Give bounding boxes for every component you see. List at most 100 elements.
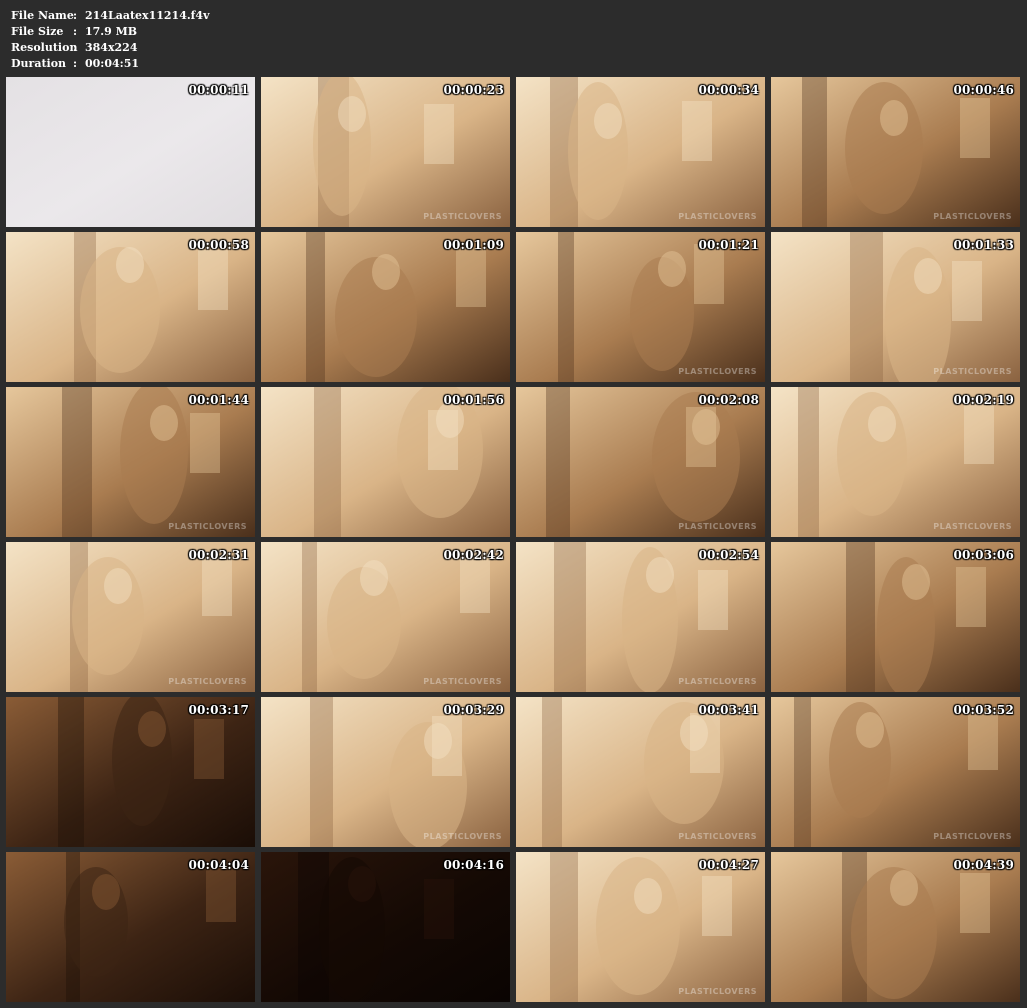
- timestamp-label: 00:03:06: [953, 548, 1014, 562]
- video-frame-image: [516, 697, 765, 847]
- duration-row: Duration : 00:04:51: [11, 56, 209, 72]
- watermark-text: PLASTICLOVERS: [678, 522, 757, 531]
- video-frame-image: [516, 232, 765, 382]
- file-size-label: File Size: [11, 25, 64, 38]
- timestamp-label: 00:01:33: [953, 238, 1014, 252]
- thumbnail-frame: 00:01:44 PLASTICLOVERS: [6, 387, 255, 537]
- timestamp-label: 00:00:11: [188, 83, 249, 97]
- thumbnail-frame: 00:01:56: [261, 387, 510, 537]
- video-frame-image: [516, 387, 765, 537]
- video-frame-image: [6, 852, 255, 1002]
- thumbnail-frame: 00:02:31 PLASTICLOVERS: [6, 542, 255, 692]
- watermark-text: PLASTICLOVERS: [168, 677, 247, 686]
- timestamp-label: 00:04:16: [443, 858, 504, 872]
- thumbnail-grid: 00:00:11 00:00:23 PLASTICLOVERS 00:00:34 PLA…: [6, 77, 1021, 1002]
- watermark-text: PLASTICLOVERS: [423, 677, 502, 686]
- timestamp-label: 00:03:41: [698, 703, 759, 717]
- timestamp-label: 00:01:09: [443, 238, 504, 252]
- thumbnail-frame: 00:01:21 PLASTICLOVERS: [516, 232, 765, 382]
- thumbnail-frame: 00:00:11: [6, 77, 255, 227]
- thumbnail-frame: 00:03:52 PLASTICLOVERS: [771, 697, 1020, 847]
- timestamp-label: 00:00:46: [953, 83, 1014, 97]
- timestamp-label: 00:00:23: [443, 83, 504, 97]
- resolution-row: Resolution : 384x224: [11, 40, 209, 56]
- thumbnail-frame: 00:00:46 PLASTICLOVERS: [771, 77, 1020, 227]
- thumbnail-frame: 00:04:16: [261, 852, 510, 1002]
- thumbnail-frame: 00:00:34 PLASTICLOVERS: [516, 77, 765, 227]
- timestamp-label: 00:02:42: [443, 548, 504, 562]
- video-frame-image: [771, 387, 1020, 537]
- timestamp-label: 00:02:31: [188, 548, 249, 562]
- thumbnail-frame: 00:04:27 PLASTICLOVERS: [516, 852, 765, 1002]
- video-frame-image: [261, 542, 510, 692]
- file-name-label: File Name: [11, 9, 74, 22]
- resolution-value: 384x224: [85, 41, 138, 54]
- thumbnail-frame: 00:04:39: [771, 852, 1020, 1002]
- timestamp-label: 00:00:34: [698, 83, 759, 97]
- separator: :: [73, 25, 78, 38]
- video-frame-image: [516, 77, 765, 227]
- video-frame-image: [6, 77, 255, 227]
- video-frame-image: [771, 77, 1020, 227]
- thumbnail-frame: 00:00:58: [6, 232, 255, 382]
- separator: :: [73, 41, 78, 54]
- watermark-text: PLASTICLOVERS: [678, 832, 757, 841]
- watermark-text: PLASTICLOVERS: [933, 522, 1012, 531]
- watermark-text: PLASTICLOVERS: [678, 987, 757, 996]
- watermark-text: PLASTICLOVERS: [678, 367, 757, 376]
- thumbnail-frame: 00:04:04: [6, 852, 255, 1002]
- video-frame-image: [6, 387, 255, 537]
- watermark-text: PLASTICLOVERS: [168, 522, 247, 531]
- video-frame-image: [771, 852, 1020, 1002]
- timestamp-label: 00:01:44: [188, 393, 249, 407]
- resolution-label: Resolution: [11, 41, 78, 54]
- video-frame-image: [771, 697, 1020, 847]
- watermark-text: PLASTICLOVERS: [933, 832, 1012, 841]
- watermark-text: PLASTICLOVERS: [423, 212, 502, 221]
- timestamp-label: 00:03:17: [188, 703, 249, 717]
- file-info-panel: File Name : 214Laatex11214.f4v File Size…: [11, 8, 209, 72]
- duration-label: Duration: [11, 57, 67, 70]
- thumbnail-frame: 00:03:06: [771, 542, 1020, 692]
- thumbnail-frame: 00:00:23 PLASTICLOVERS: [261, 77, 510, 227]
- video-frame-image: [6, 542, 255, 692]
- video-frame-image: [771, 542, 1020, 692]
- thumbnail-frame: 00:02:19 PLASTICLOVERS: [771, 387, 1020, 537]
- timestamp-label: 00:03:29: [443, 703, 504, 717]
- duration-value: 00:04:51: [85, 57, 140, 70]
- file-size-row: File Size : 17.9 MB: [11, 24, 209, 40]
- thumbnail-frame: 00:01:33 PLASTICLOVERS: [771, 232, 1020, 382]
- timestamp-label: 00:02:19: [953, 393, 1014, 407]
- timestamp-label: 00:04:04: [188, 858, 249, 872]
- thumbnail-frame: 00:02:54 PLASTICLOVERS: [516, 542, 765, 692]
- thumbnail-frame: 00:03:29 PLASTICLOVERS: [261, 697, 510, 847]
- video-frame-image: [516, 852, 765, 1002]
- watermark-text: PLASTICLOVERS: [423, 832, 502, 841]
- timestamp-label: 00:02:08: [698, 393, 759, 407]
- video-frame-image: [516, 542, 765, 692]
- timestamp-label: 00:01:56: [443, 393, 504, 407]
- timestamp-label: 00:00:58: [188, 238, 249, 252]
- separator: :: [73, 57, 78, 70]
- timestamp-label: 00:01:21: [698, 238, 759, 252]
- file-size-value: 17.9 MB: [85, 25, 138, 38]
- separator: :: [73, 9, 78, 22]
- video-frame-image: [261, 232, 510, 382]
- thumbnail-frame: 00:02:08 PLASTICLOVERS: [516, 387, 765, 537]
- timestamp-label: 00:04:27: [698, 858, 759, 872]
- thumbnail-frame: 00:02:42 PLASTICLOVERS: [261, 542, 510, 692]
- file-name-value: 214Laatex11214.f4v: [85, 9, 210, 22]
- video-frame-image: [771, 232, 1020, 382]
- video-frame-image: [261, 697, 510, 847]
- watermark-text: PLASTICLOVERS: [933, 212, 1012, 221]
- thumbnail-frame: 00:03:41 PLASTICLOVERS: [516, 697, 765, 847]
- thumbnail-frame: 00:03:17: [6, 697, 255, 847]
- video-frame-image: [6, 232, 255, 382]
- thumbnail-frame: 00:01:09: [261, 232, 510, 382]
- video-frame-image: [261, 77, 510, 227]
- video-frame-image: [6, 697, 255, 847]
- file-name-row: File Name : 214Laatex11214.f4v: [11, 8, 209, 24]
- timestamp-label: 00:04:39: [953, 858, 1014, 872]
- timestamp-label: 00:02:54: [698, 548, 759, 562]
- timestamp-label: 00:03:52: [953, 703, 1014, 717]
